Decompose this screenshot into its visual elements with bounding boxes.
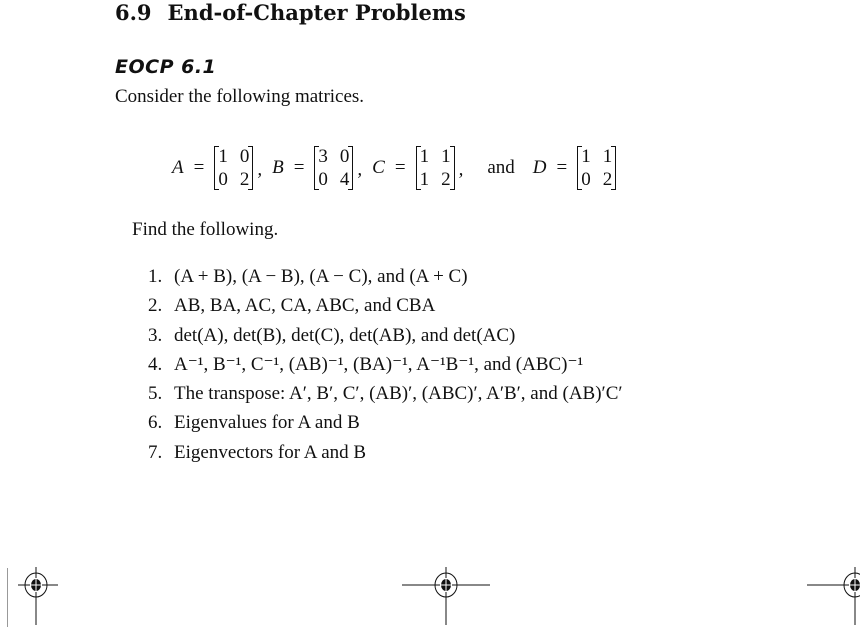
- matrix-cell: 4: [339, 169, 350, 190]
- problem-label: EOCP 6.1: [115, 56, 217, 78]
- item-text: AB, BA, AC, CA, ABC, and CBA: [174, 295, 436, 317]
- matrix-cell: 1: [441, 146, 451, 167]
- and-word: and: [487, 157, 515, 178]
- item-text: Eigenvalues for A and B: [174, 412, 360, 434]
- matrix-name-a: A: [172, 157, 184, 178]
- registration-mark-center-icon: [402, 567, 490, 625]
- matrix-cell: 1: [419, 169, 430, 190]
- problem-list: 1. (A + B), (A − B), (A − C), and (A + C)…: [148, 262, 623, 467]
- item-text: A⁻¹, B⁻¹, C⁻¹, (AB)⁻¹, (BA)⁻¹, A⁻¹B⁻¹, a…: [174, 353, 584, 375]
- comma: ,: [357, 159, 363, 180]
- item-number: 5.: [148, 383, 163, 405]
- matrix-cell: 0: [581, 169, 591, 190]
- section-heading: 6.9 End-of-Chapter Problems: [115, 0, 466, 25]
- matrix-cell: 1: [218, 146, 228, 167]
- comma: ,: [458, 159, 464, 180]
- matrix-cell: 2: [441, 169, 451, 190]
- section-number: 6.9: [115, 0, 152, 25]
- comma: ,: [257, 159, 263, 180]
- item-text: The transpose: A′, B′, C′, (AB)′, (ABC)′…: [174, 383, 623, 405]
- item-number: 4.: [148, 353, 163, 375]
- matrix-cell: 1: [581, 146, 591, 167]
- list-item: 4. A⁻¹, B⁻¹, C⁻¹, (AB)⁻¹, (BA)⁻¹, A⁻¹B⁻¹,…: [148, 350, 623, 379]
- section-title: End-of-Chapter Problems: [167, 0, 466, 25]
- matrix-cell: 1: [602, 146, 613, 167]
- item-text: det(A), det(B), det(C), det(AB), and det…: [174, 324, 516, 346]
- item-number: 1.: [148, 266, 163, 287]
- matrix-cell: 0: [318, 169, 328, 190]
- list-item: 6. Eigenvalues for A and B: [148, 408, 623, 437]
- item-number: 2.: [148, 295, 163, 317]
- list-item: 7. Eigenvectors for A and B: [148, 438, 623, 467]
- matrix-definitions: A = 1 0 0 2 , B = 3 0 0 4 , C = 1 1 1 2 …: [172, 143, 617, 193]
- matrix-cell: 1: [419, 146, 430, 167]
- item-number: 7.: [148, 441, 163, 463]
- matrix-a: 1 0 0 2: [214, 145, 254, 191]
- item-text: (A + B), (A − B), (A − C), and (A + C): [174, 266, 468, 287]
- matrix-cell: 3: [318, 146, 328, 167]
- matrix-name-d: D: [532, 157, 547, 178]
- item-text: Eigenvectors for A and B: [174, 441, 367, 463]
- equals-sign: =: [556, 157, 568, 178]
- matrix-name-b: B: [272, 157, 284, 178]
- matrix-cell: 0: [239, 146, 250, 167]
- find-instruction: Find the following.: [132, 219, 279, 240]
- matrix-cell: 0: [218, 169, 228, 190]
- list-item: 1. (A + B), (A − B), (A − C), and (A + C): [148, 262, 623, 291]
- equals-sign: =: [293, 157, 305, 178]
- list-item: 5. The transpose: A′, B′, C′, (AB)′, (ABC…: [148, 379, 623, 408]
- equals-sign: =: [394, 157, 406, 178]
- matrix-d: 1 1 0 2: [577, 145, 617, 191]
- list-item: 2. AB, BA, AC, CA, ABC, and CBA: [148, 291, 623, 320]
- registration-mark-right-icon: [807, 567, 860, 625]
- equals-sign: =: [193, 157, 205, 178]
- matrix-c: 1 1 1 2: [415, 145, 455, 191]
- matrix-cell: 0: [339, 146, 350, 167]
- item-number: 3.: [148, 324, 163, 346]
- matrix-b: 3 0 0 4: [314, 145, 354, 191]
- registration-mark-left-icon: [18, 567, 58, 625]
- problem-intro: Consider the following matrices.: [115, 86, 365, 107]
- item-number: 6.: [148, 412, 163, 434]
- matrix-cell: 2: [602, 169, 613, 190]
- matrix-name-c: C: [372, 157, 385, 178]
- list-item: 3. det(A), det(B), det(C), det(AB), and d…: [148, 321, 623, 350]
- matrix-cell: 2: [239, 169, 250, 190]
